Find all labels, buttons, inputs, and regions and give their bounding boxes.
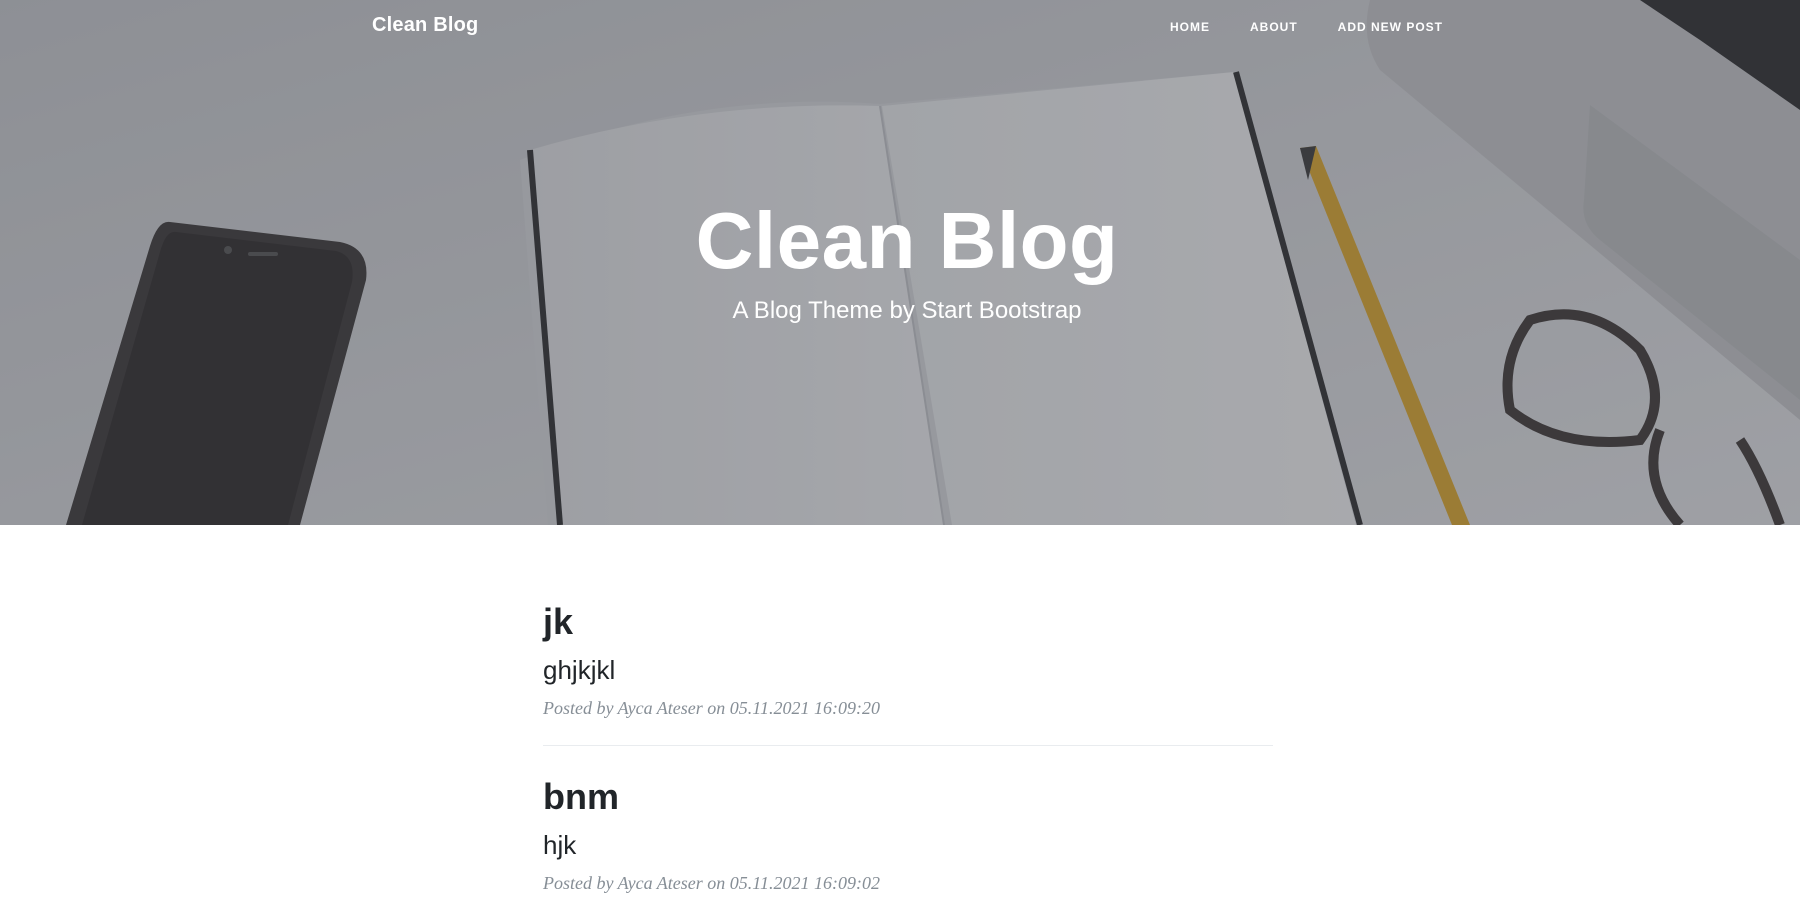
- nav-link-about[interactable]: About: [1250, 20, 1298, 34]
- post-title: bnm: [543, 776, 619, 817]
- nav-item-home: Home: [1170, 18, 1210, 36]
- post-subtitle: ghjkjkl: [543, 655, 616, 685]
- nav-link-add-new-post[interactable]: Add New Post: [1338, 20, 1443, 34]
- post-subtitle: hjk: [543, 830, 577, 860]
- site-heading: Clean Blog A Blog Theme by Start Bootstr…: [0, 196, 1800, 326]
- post-meta: Posted by Ayca Ateser on 05.11.2021 16:0…: [543, 698, 880, 718]
- top-navbar: Clean Blog Home About Add New Post: [0, 0, 1800, 52]
- navbar-brand[interactable]: Clean Blog: [372, 14, 478, 37]
- post-divider: [543, 745, 1273, 746]
- hero-title: Clean Blog: [695, 196, 1119, 285]
- nav-item-add-new-post: Add New Post: [1338, 18, 1443, 36]
- post-link[interactable]: bnm hjk: [543, 775, 1273, 861]
- post-list: jk ghjkjkl Posted by Ayca Ateser on 05.1…: [543, 600, 1273, 897]
- nav-item-about: About: [1250, 18, 1298, 36]
- post-link[interactable]: jk ghjkjkl: [543, 600, 1273, 686]
- hero-subtitle: A Blog Theme by Start Bootstrap: [732, 297, 1082, 324]
- post-title: jk: [543, 601, 574, 642]
- masthead: Clean Blog Home About Add New Post Clean…: [0, 0, 1800, 525]
- nav-links: Home About Add New Post: [1170, 18, 1443, 36]
- nav-link-home[interactable]: Home: [1170, 20, 1210, 34]
- post-item: jk ghjkjkl Posted by Ayca Ateser on 05.1…: [543, 600, 1273, 722]
- post-item: bnm hjk Posted by Ayca Ateser on 05.11.2…: [543, 775, 1273, 897]
- post-meta: Posted by Ayca Ateser on 05.11.2021 16:0…: [543, 873, 880, 893]
